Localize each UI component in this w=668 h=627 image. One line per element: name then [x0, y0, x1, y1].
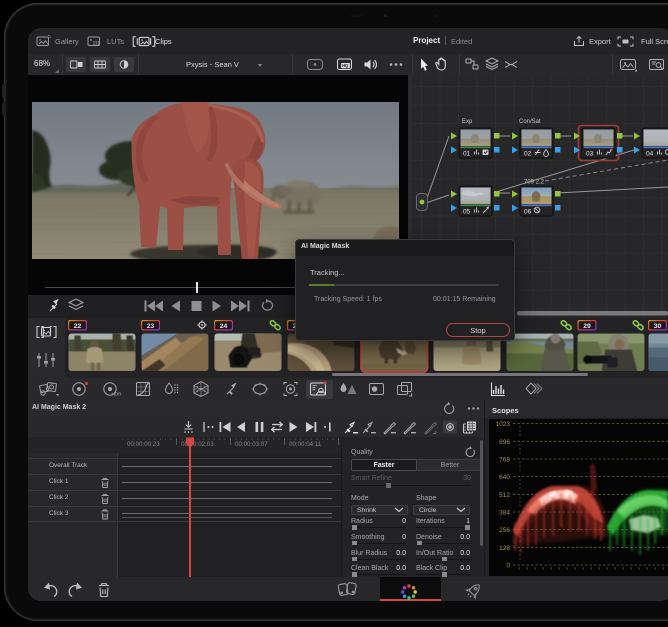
- svg-text:Con/Sat: Con/Sat: [519, 119, 541, 125]
- svg-text:24: 24: [220, 323, 228, 330]
- svg-text:0: 0: [506, 563, 510, 570]
- svg-text:30: 30: [654, 323, 662, 330]
- svg-text:1023: 1023: [496, 421, 511, 428]
- svg-text:03: 03: [586, 151, 594, 158]
- svg-text:02: 02: [524, 151, 532, 158]
- svg-text:896: 896: [499, 439, 510, 446]
- svg-text:512: 512: [499, 492, 510, 499]
- svg-text:640: 640: [499, 474, 510, 481]
- svg-text:709 2.2: 709 2.2: [524, 180, 545, 186]
- svg-text:Exp: Exp: [462, 119, 473, 125]
- svg-text:04: 04: [646, 151, 654, 158]
- svg-text:22: 22: [74, 323, 82, 330]
- svg-text:23: 23: [147, 323, 155, 330]
- svg-text:HQ: HQ: [342, 63, 349, 68]
- svg-text:256: 256: [499, 527, 510, 534]
- svg-text:01: 01: [463, 151, 471, 158]
- svg-text:HDR: HDR: [112, 392, 123, 397]
- svg-text:06: 06: [524, 209, 532, 216]
- svg-text:29: 29: [583, 323, 591, 330]
- svg-text:05: 05: [463, 209, 471, 216]
- svg-text:768: 768: [499, 457, 510, 464]
- svg-text:384: 384: [499, 510, 510, 517]
- svg-text:128: 128: [499, 545, 510, 552]
